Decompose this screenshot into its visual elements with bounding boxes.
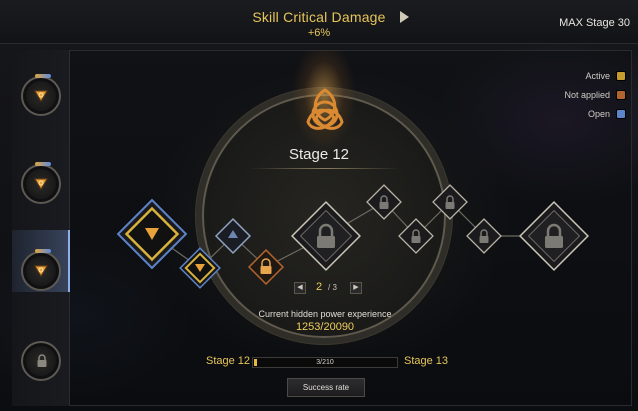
- prev-page-button[interactable]: ◀: [294, 282, 306, 294]
- skill-node-1[interactable]: [116, 198, 188, 270]
- stage-progress-text: 3/210: [316, 359, 334, 366]
- next-stage-label: Stage 13: [404, 355, 449, 367]
- next-page-button[interactable]: ▶: [350, 282, 362, 294]
- node-tree: [116, 184, 590, 289]
- success-rate-button[interactable]: Success rate: [287, 378, 365, 397]
- stage-progress-bar: 3/210: [252, 357, 398, 368]
- skill-node-5[interactable]: [290, 200, 362, 272]
- skill-node-10[interactable]: [518, 200, 590, 272]
- total-pages: / 3: [328, 283, 337, 292]
- current-page: 2: [316, 281, 323, 293]
- page-navigator: ◀ 2 / 3 ▶: [294, 281, 362, 296]
- current-stage-label: Stage 12: [206, 355, 251, 367]
- experience-value: 1253/20090: [295, 321, 355, 333]
- experience-label: Current hidden power experience: [258, 309, 392, 319]
